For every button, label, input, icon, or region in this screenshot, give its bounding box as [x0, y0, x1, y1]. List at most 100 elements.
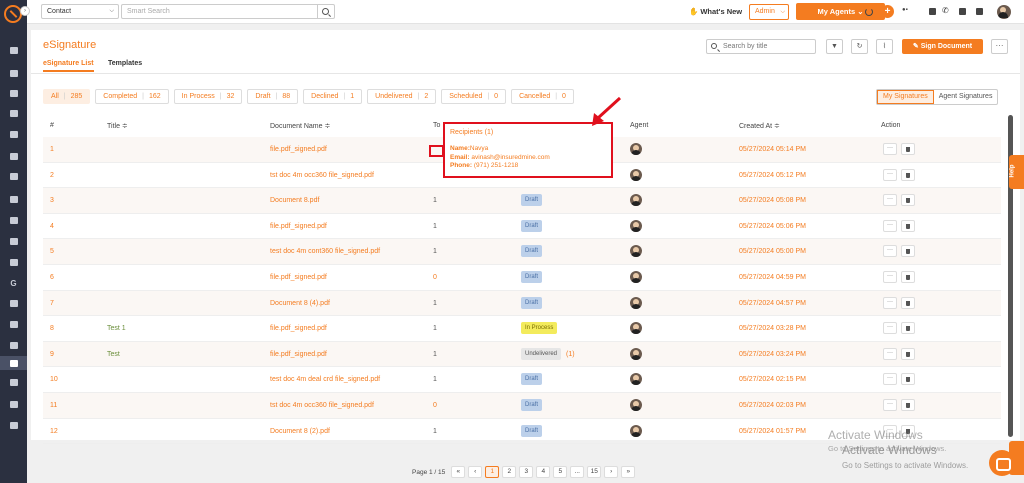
phone-icon[interactable]: ✆ — [942, 6, 951, 15]
filter-cancelled[interactable]: Cancelled | 0 — [511, 89, 574, 104]
document-name-link[interactable]: file.pdf_signed.pdf — [270, 325, 327, 332]
document-name-link[interactable]: Document 8 (4).pdf — [270, 300, 330, 307]
app-logo[interactable] — [4, 5, 22, 23]
more-actions-icon[interactable]: ··· — [883, 373, 897, 386]
camera-icon[interactable] — [929, 8, 936, 15]
dashboard-icon[interactable] — [7, 45, 20, 56]
delete-icon[interactable] — [901, 373, 915, 386]
calendar-icon[interactable] — [7, 319, 20, 330]
file-icon[interactable] — [7, 298, 20, 309]
more-actions-icon[interactable]: ··· — [883, 399, 897, 411]
more-actions-icon[interactable]: ··· — [883, 219, 897, 232]
table-row[interactable]: 7 Document 8 (4).pdf 1 Draft 05/27/2024 04:5… — [43, 290, 1001, 317]
recipient-count[interactable]: 0 — [433, 274, 437, 281]
esignature-icon[interactable] — [0, 356, 27, 370]
more-actions-icon[interactable]: ··· — [883, 347, 897, 360]
delete-icon[interactable] — [901, 219, 915, 232]
first-page-button[interactable]: « — [451, 466, 466, 478]
last-page-button[interactable]: » — [621, 466, 636, 478]
prev-page-button[interactable]: ‹ — [468, 466, 483, 478]
filter-draft[interactable]: Draft | 88 — [247, 89, 299, 104]
chip-icon[interactable] — [959, 8, 966, 15]
chat-bubble-icon[interactable] — [989, 450, 1015, 476]
folder-icon[interactable] — [7, 257, 20, 268]
sign-document-button[interactable]: ✎ Sign Document — [902, 39, 983, 54]
document-name-link[interactable]: test doc 4m cont360 file_signed.pdf — [270, 248, 380, 255]
title-search-input[interactable]: Search by title — [706, 39, 816, 54]
next-page-button[interactable]: › — [604, 466, 619, 478]
recipient-count[interactable]: 1 — [433, 197, 437, 204]
table-row[interactable]: 3 Document 8.pdf 1 Draft 05/27/2024 05:08 PM… — [43, 188, 1001, 214]
document-name-link[interactable]: test doc 4m deal crd file_signed.pdf — [270, 376, 380, 383]
cpu-icon[interactable] — [976, 8, 983, 15]
dollar-icon[interactable] — [7, 377, 20, 388]
document-name-link[interactable]: file.pdf_signed.pdf — [270, 351, 327, 358]
user-avatar[interactable] — [997, 5, 1011, 19]
delete-icon[interactable] — [901, 168, 915, 181]
contacts-icon[interactable] — [7, 68, 20, 79]
help-tab[interactable]: Help — [1009, 155, 1024, 189]
chart-button[interactable]: ⌇ — [876, 39, 893, 54]
megaphone-icon[interactable] — [7, 194, 20, 205]
smart-search-input[interactable]: Smart Search — [121, 4, 318, 19]
users-icon[interactable]: ●▪ — [902, 7, 916, 16]
role-select[interactable]: Admin ⌵ — [749, 4, 789, 20]
table-row[interactable]: 4 file.pdf_signed.pdf 1 Draft 05/27/2024 05:… — [43, 214, 1001, 240]
tab-templates[interactable]: Templates — [108, 60, 142, 67]
add-icon[interactable]: + — [881, 5, 894, 18]
page-button[interactable]: 5 — [553, 466, 568, 478]
filter-scheduled[interactable]: Scheduled | 0 — [441, 89, 507, 104]
filter-declined[interactable]: Declined | 1 — [303, 89, 363, 104]
refresh-button[interactable]: ↻ — [851, 39, 868, 54]
whats-new-link[interactable]: ✋ What's New — [689, 7, 742, 16]
reports-icon[interactable] — [7, 151, 20, 162]
module-select[interactable]: Contact ⌵ — [41, 4, 119, 19]
table-row[interactable]: 11 tst doc 4m occ360 file_signed.pdf 0 Draf… — [43, 393, 1001, 419]
delete-icon[interactable] — [901, 194, 915, 207]
agent-signatures-toggle[interactable]: Agent Signatures — [934, 90, 998, 104]
more-actions-icon[interactable]: ··· — [883, 143, 897, 155]
recipient-count[interactable]: 1 — [433, 223, 437, 230]
google-icon[interactable]: G — [7, 278, 20, 289]
filter-icon[interactable] — [7, 171, 20, 182]
delete-icon[interactable] — [901, 271, 915, 283]
more-actions-icon[interactable]: ··· — [883, 168, 897, 181]
document-name-link[interactable]: tst doc 4m occ360 file_signed.pdf — [270, 172, 374, 179]
document-name-link[interactable]: Document 8.pdf — [270, 197, 319, 204]
list-icon[interactable] — [7, 215, 20, 226]
document-name-link[interactable]: Document 8 (2).pdf — [270, 428, 330, 435]
document-name-link[interactable]: tst doc 4m occ360 file_signed.pdf — [270, 402, 374, 409]
col-header-created-at[interactable]: Created At ≑ — [739, 122, 780, 130]
delete-icon[interactable] — [901, 296, 915, 309]
settings-icon[interactable] — [7, 420, 20, 431]
page-button[interactable]: 2 — [502, 466, 517, 478]
delete-icon[interactable] — [901, 322, 915, 335]
filter-undelivered[interactable]: Undelivered | 2 — [367, 89, 437, 104]
recipient-count[interactable]: 1 — [433, 248, 437, 255]
search-button[interactable] — [317, 4, 335, 19]
more-options-button[interactable]: ··· — [991, 39, 1008, 54]
my-signatures-toggle[interactable]: My Signatures — [877, 90, 934, 104]
undelivered-count[interactable]: (1) — [566, 351, 575, 358]
col-header-title[interactable]: Title ≑ — [107, 122, 128, 130]
recipient-count[interactable]: 1 — [433, 325, 437, 332]
delete-icon[interactable] — [901, 399, 915, 411]
table-row[interactable]: 9 Test file.pdf_signed.pdf 1 Undelivered (1) 0… — [43, 341, 1001, 368]
document-name-link[interactable]: file.pdf_signed.pdf — [270, 274, 327, 281]
tab-esignature-list[interactable]: eSignature List — [43, 60, 94, 72]
bank-icon[interactable] — [7, 108, 20, 119]
delete-icon[interactable] — [901, 347, 915, 360]
analytics-icon[interactable] — [7, 236, 20, 247]
sync-icon[interactable] — [865, 8, 873, 16]
table-row[interactable]: 8 Test 1 file.pdf_signed.pdf 1 In Process 05/… — [43, 316, 1001, 342]
table-row[interactable]: 6 file.pdf_signed.pdf 0 Draft 05/27/2024 04:… — [43, 265, 1001, 291]
collapse-sidebar-icon[interactable]: › — [20, 6, 30, 16]
filter-button[interactable]: ▼ — [826, 39, 843, 54]
more-actions-icon[interactable]: ··· — [883, 271, 897, 283]
chart-icon[interactable] — [7, 399, 20, 410]
document-name-link[interactable]: file.pdf_signed.pdf — [270, 223, 327, 230]
page-button[interactable]: 15 — [587, 466, 602, 478]
table-row[interactable]: 10 test doc 4m deal crd file_signed.pdf 1 D… — [43, 367, 1001, 393]
page-button[interactable]: 4 — [536, 466, 551, 478]
filter-completed[interactable]: Completed | 162 — [95, 89, 169, 104]
